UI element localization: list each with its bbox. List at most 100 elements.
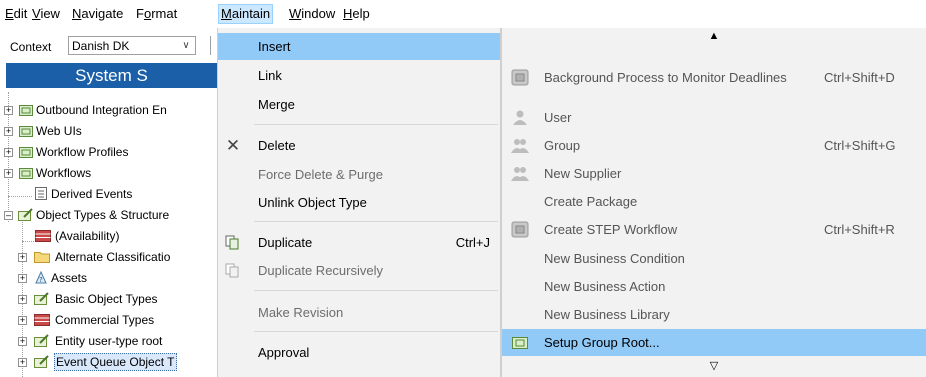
submenu-item-new-business-library[interactable]: New Business Library [502,301,926,328]
submenu-item-setup-group-root[interactable]: Setup Group Root... [502,329,926,356]
menu-item-insert[interactable]: Insert [218,33,500,60]
menu-item-label: Make Revision [258,305,344,320]
availability-icon [35,230,51,242]
submenu-item-background-process[interactable]: Background Process to Monitor Deadlines … [502,64,926,91]
object-types-icon [34,355,49,368]
chevron-down-icon[interactable]: ∨ [177,37,195,54]
tree-item-label: Web UIs [36,124,82,138]
tree-item-label: Workflow Profiles [36,145,129,159]
submenu-item-new-supplier[interactable]: New Supplier [502,160,926,187]
expand-icon[interactable]: + [18,274,27,283]
object-types-icon [34,334,49,347]
submenu-item-shortcut: Ctrl+Shift+R [824,222,895,237]
menu-item-delete[interactable]: ✕ Delete [218,132,500,159]
context-label: Context [10,40,52,54]
user-icon [513,110,527,125]
tree-item-label: (Availability) [55,229,120,243]
menu-item-label: Delete [258,138,296,153]
tree-item-label: Assets [51,271,88,285]
submenu-item-group[interactable]: Group Ctrl+Shift+G [502,132,926,159]
submenu-item-label: User [544,110,572,125]
context-value: Danish DK [72,39,130,53]
tree-item-label-selected: Event Queue Object T [54,353,177,371]
collapse-icon[interactable]: – [4,211,13,220]
menu-separator [254,124,498,125]
tree-item-label: Basic Object Types [55,292,158,306]
expand-icon[interactable]: + [18,295,27,304]
folder-icon [19,126,33,137]
tree-item-label: Commercial Types [55,313,155,327]
submenu-item-label: New Business Action [544,279,666,294]
maintain-menu: Insert Link Merge ✕ Delete Force Delete … [217,28,501,377]
menu-window[interactable]: Window [289,6,335,22]
context-select[interactable]: Danish DK ∨ [68,36,196,55]
menu-separator [254,221,498,222]
object-types-icon [34,292,49,305]
workflow-icon [511,69,529,86]
folder-icon [19,105,33,116]
folder-icon [34,252,50,263]
submenu-item-shortcut: Ctrl+Shift+D [824,70,895,85]
scroll-down-arrow-icon[interactable]: ▽ [502,359,926,372]
menu-item-label: Approval [258,345,310,360]
tree-item-label: Derived Events [51,187,133,201]
close-icon: ✕ [225,136,241,155]
submenu-item-create-package[interactable]: Create Package [502,188,926,215]
tree-item-label: Outbound Integration En [36,103,167,117]
menu-item-duplicate-recursively[interactable]: Duplicate Recursively [218,257,500,284]
expand-icon[interactable]: + [4,169,13,178]
submenu-item-label: New Business Library [544,307,670,322]
duplicate-recursive-icon [225,263,239,278]
system-bar-title: System S [75,66,148,85]
submenu-item-create-step-workflow[interactable]: Create STEP Workflow Ctrl+Shift+R [502,216,926,243]
expand-icon[interactable]: + [4,148,13,157]
left-panel: Context Danish DK ∨ System S + Outbound … [0,28,217,377]
duplicate-icon [225,235,239,250]
expand-icon[interactable]: + [18,358,27,367]
commercial-types-icon [34,314,50,326]
menu-item-duplicate[interactable]: Duplicate Ctrl+J [218,229,500,256]
folder-icon [19,168,33,179]
submenu-item-label: Setup Group Root... [544,335,660,350]
menu-format[interactable]: Format [136,6,177,22]
setup-group-icon [512,337,528,349]
tree-item-label: Workflows [36,166,92,180]
tree-guide [8,196,32,197]
menu-item-label: Duplicate [258,235,313,250]
menu-item-make-revision[interactable]: Make Revision [218,299,500,326]
expand-icon[interactable]: + [4,127,13,136]
menu-item-link[interactable]: Link [218,62,500,89]
expand-icon[interactable]: + [18,337,27,346]
menu-view[interactable]: View [32,6,60,22]
expand-icon[interactable]: + [18,316,27,325]
menu-navigate[interactable]: Navigate [72,6,123,22]
menu-item-approval[interactable]: Approval [218,339,500,366]
expand-icon[interactable]: + [4,106,13,115]
menu-item-shortcut: Ctrl+J [455,235,490,250]
menu-item-label: Merge [258,97,295,112]
menu-edit[interactable]: Edit [5,6,27,22]
submenu-item-label: Group [544,138,581,153]
submenu-item-new-business-action[interactable]: New Business Action [502,273,926,300]
menu-item-merge[interactable]: Merge [218,91,500,118]
menu-item-label: Force Delete & Purge [258,167,384,182]
submenu-item-label: Create STEP Workflow [544,222,678,237]
menu-item-unlink-object-type[interactable]: Unlink Object Type [218,189,500,216]
submenu-item-new-business-condition[interactable]: New Business Condition [502,245,926,272]
scroll-up-arrow-icon[interactable]: ▲ [502,30,926,42]
menu-maintain[interactable]: Maintain [218,4,274,24]
expand-icon[interactable]: + [18,253,27,262]
menu-item-label: Duplicate Recursively [258,263,383,278]
svg-text:?: ? [39,276,43,284]
submenu-item-shortcut: Ctrl+Shift+G [824,138,896,153]
tree-item-label: Entity user-type root [55,334,163,348]
submenu-item-user[interactable]: User [502,104,926,131]
menu-item-label: Insert [258,39,291,54]
menu-separator [254,331,498,332]
menu-bar: Edit View Navigate Format Maintain Windo… [0,0,926,28]
insert-submenu: ▲ Background Process to Monitor Deadline… [501,28,926,377]
menu-item-force-delete[interactable]: Force Delete & Purge [218,161,500,188]
context-toolbar-edge [210,36,214,55]
submenu-item-label: Create Package [544,194,638,209]
menu-help[interactable]: Help [343,6,370,22]
